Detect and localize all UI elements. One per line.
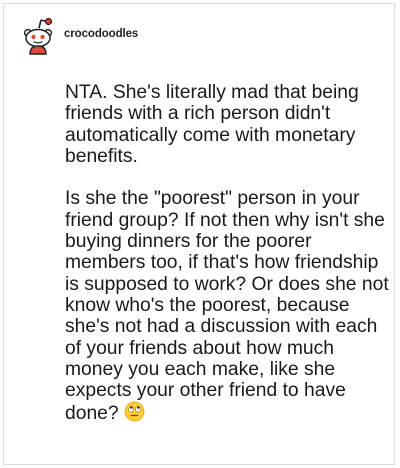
comment-paragraph-1: NTA. She's literally mad that being frie… — [65, 82, 359, 167]
username[interactable]: crocodoodles — [64, 28, 138, 40]
comment-paragraph-2-text: Is she the "poorest" person in your frie… — [65, 188, 389, 425]
comment-paragraph-2: Is she the "poorest" person in your frie… — [65, 188, 390, 424]
eye-roll-emoji-icon — [124, 402, 145, 422]
comment-card: crocodoodles NTA. She's literally mad th… — [3, 3, 395, 465]
comment-body: NTA. She's literally mad that being frie… — [65, 82, 390, 425]
reddit-snoo-avatar-icon[interactable] — [17, 14, 59, 56]
